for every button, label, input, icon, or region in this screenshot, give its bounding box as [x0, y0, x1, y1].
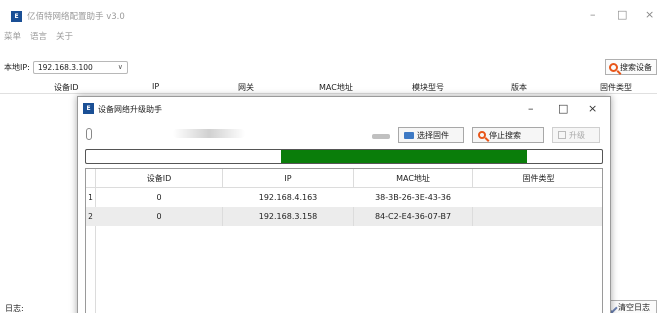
column-header-ip[interactable]: IP: [152, 82, 159, 91]
upgrade-button[interactable]: 升级: [552, 127, 600, 143]
firmware-path-field[interactable]: [173, 129, 245, 138]
dialog-device-table: 设备ID IP MAC地址 固件类型 1 0 192.168.4.163 38-…: [85, 168, 603, 313]
firmware-type-cell: [473, 188, 604, 207]
row-index: 2: [88, 212, 93, 221]
upgrade-label: 升级: [569, 130, 585, 140]
mac-cell: 38-3B-26-3E-43-36: [375, 193, 451, 202]
log-label: 日志:: [5, 304, 24, 313]
folder-icon: [404, 131, 414, 139]
clear-log-label: 清空日志: [618, 303, 650, 312]
column-header-version[interactable]: 版本: [511, 82, 527, 93]
table-row[interactable]: 2 0 192.168.3.158 84-C2-E4-36-07-B7: [86, 207, 602, 226]
progress-fill: [280, 150, 528, 163]
table-row[interactable]: 1 0 192.168.4.163 38-3B-26-3E-43-36: [86, 188, 602, 207]
dialog-minimize-button[interactable]: –: [528, 103, 534, 115]
file-icon: [86, 128, 92, 140]
minimize-button[interactable]: –: [590, 8, 596, 22]
search-devices-label: 搜索设备: [620, 62, 652, 72]
upload-icon: [558, 131, 566, 139]
dialog-table-header: 设备ID IP MAC地址 固件类型: [86, 169, 602, 188]
device-id-cell: 0: [156, 193, 162, 202]
column-header-firmware-type[interactable]: 固件类型: [600, 82, 632, 93]
select-firmware-button[interactable]: 选择固件: [398, 127, 464, 143]
select-firmware-label: 选择固件: [417, 130, 449, 140]
close-button[interactable]: ×: [645, 8, 654, 22]
ip-cell: 192.168.3.158: [258, 212, 318, 221]
chevron-down-icon: ∨: [117, 62, 123, 71]
local-ip-label: 本地IP:: [4, 62, 30, 72]
column-header-device-id[interactable]: 设备ID: [96, 169, 222, 188]
search-icon: [609, 62, 618, 72]
device-id-cell: 0: [156, 212, 162, 221]
search-icon: [478, 131, 486, 139]
upgrade-dialog: E 设备网络升级助手 – □ × 选择固件 停止搜索 升级 设备ID IP MA…: [77, 96, 611, 313]
redacted-text: [372, 134, 390, 139]
row-index: 1: [88, 193, 93, 202]
main-titlebar: E 亿佰特网络配置助手 v3.0 – □ ×: [0, 0, 657, 28]
dialog-close-button[interactable]: ×: [588, 103, 597, 115]
column-header-mac[interactable]: MAC地址: [319, 82, 353, 93]
column-header-firmware-type[interactable]: 固件类型: [473, 169, 604, 188]
app-title: 亿佰特网络配置助手 v3.0: [27, 12, 125, 22]
column-header-module-model[interactable]: 模块型号: [412, 82, 444, 93]
device-table-header: 设备ID IP 网关 MAC地址 模块型号 版本 固件类型: [0, 80, 657, 94]
clear-log-button[interactable]: 清空日志: [604, 300, 657, 313]
column-header-mac[interactable]: MAC地址: [354, 169, 472, 188]
column-header-device-id[interactable]: 设备ID: [54, 82, 79, 93]
dialog-title: 设备网络升级助手: [98, 105, 162, 114]
column-header-gateway[interactable]: 网关: [238, 82, 254, 93]
menu-item-about[interactable]: 关于: [56, 30, 73, 44]
firmware-type-cell: [473, 207, 604, 226]
local-ip-value: 192.168.3.100: [37, 62, 93, 72]
dialog-titlebar: E 设备网络升级助手 – □ ×: [78, 97, 610, 121]
stop-search-label: 停止搜索: [489, 130, 521, 140]
maximize-button[interactable]: □: [617, 8, 627, 22]
column-header-ip[interactable]: IP: [223, 169, 353, 188]
ip-cell: 192.168.4.163: [258, 193, 318, 202]
search-devices-button[interactable]: 搜索设备: [605, 59, 657, 75]
local-ip-row: 本地IP: 192.168.3.100 ∨: [4, 60, 128, 74]
menu-item-language[interactable]: 语言: [30, 30, 47, 44]
stop-search-button[interactable]: 停止搜索: [472, 127, 544, 143]
mac-cell: 84-C2-E4-36-07-B7: [374, 212, 452, 221]
upgrade-progress-bar: [85, 149, 603, 164]
dialog-logo-icon: E: [83, 103, 94, 114]
dialog-toolbar: 选择固件 停止搜索 升级: [78, 123, 610, 145]
local-ip-select[interactable]: 192.168.3.100 ∨: [32, 60, 128, 74]
menu-item-menu[interactable]: 菜单: [4, 30, 21, 44]
menu-bar: 菜单 语言 关于: [0, 30, 73, 44]
app-logo-icon: E: [11, 11, 22, 22]
dialog-maximize-button[interactable]: □: [558, 103, 568, 115]
